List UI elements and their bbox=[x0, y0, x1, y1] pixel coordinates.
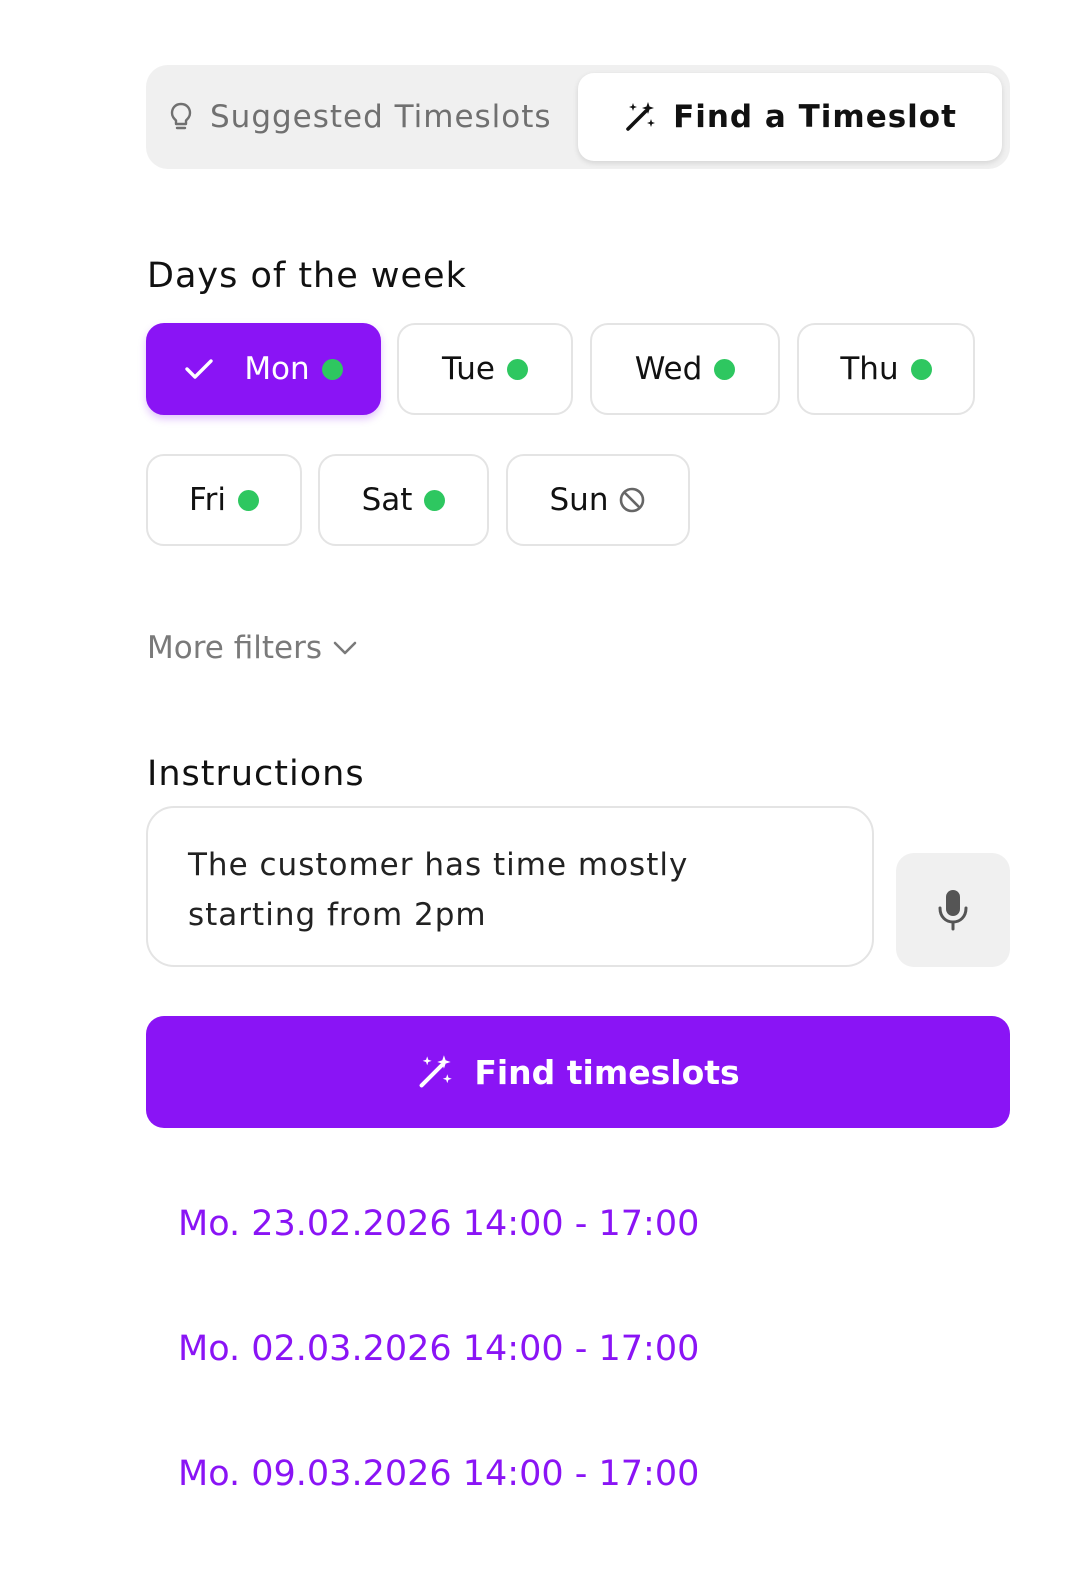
day-chip-sat[interactable]: Sat bbox=[318, 454, 489, 546]
timeslot-result[interactable]: Mo. 02.03.2026 14:00 - 17:00 bbox=[178, 1329, 699, 1369]
available-dot-icon bbox=[424, 489, 446, 511]
find-timeslots-label: Find timeslots bbox=[474, 1052, 740, 1092]
day-label: Thu bbox=[840, 351, 899, 387]
day-chip-fri[interactable]: Fri bbox=[146, 454, 302, 546]
day-label: Fri bbox=[189, 482, 226, 518]
chevron-down-icon bbox=[332, 640, 358, 656]
day-label: Sat bbox=[361, 482, 413, 518]
instructions-input[interactable]: The customer has time mostly starting fr… bbox=[146, 806, 874, 967]
instructions-heading: Instructions bbox=[147, 754, 365, 794]
timeslot-result[interactable]: Mo. 09.03.2026 14:00 - 17:00 bbox=[178, 1454, 699, 1494]
timeslot-result[interactable]: Mo. 23.02.2026 14:00 - 17:00 bbox=[178, 1204, 699, 1244]
more-filters-toggle[interactable]: More filters bbox=[147, 630, 358, 666]
tab-find-label: Find a Timeslot bbox=[673, 99, 957, 135]
unavailable-icon bbox=[618, 486, 646, 514]
tab-suggested-label: Suggested Timeslots bbox=[210, 99, 552, 135]
microphone-button[interactable] bbox=[896, 853, 1010, 967]
day-chip-tue[interactable]: Tue bbox=[397, 323, 573, 415]
day-label: Sun bbox=[549, 482, 609, 518]
available-dot-icon bbox=[714, 358, 736, 380]
instructions-text-line: starting from 2pm bbox=[188, 897, 487, 933]
days-heading: Days of the week bbox=[147, 256, 467, 296]
day-chip-thu[interactable]: Thu bbox=[797, 323, 975, 415]
available-dot-icon bbox=[321, 358, 343, 380]
day-chip-sun[interactable]: Sun bbox=[506, 454, 690, 546]
available-dot-icon bbox=[506, 358, 528, 380]
instructions-text-line: The customer has time mostly bbox=[188, 847, 689, 883]
available-dot-icon bbox=[237, 489, 259, 511]
available-dot-icon bbox=[910, 358, 932, 380]
microphone-icon bbox=[936, 888, 970, 932]
mode-tabs: Suggested Timeslots Find a Timeslot bbox=[146, 65, 1010, 169]
lightbulb-icon bbox=[168, 101, 194, 133]
tab-suggested-timeslots[interactable]: Suggested Timeslots bbox=[168, 73, 552, 161]
day-chip-wed[interactable]: Wed bbox=[590, 323, 780, 415]
magic-wand-icon bbox=[416, 1053, 454, 1091]
more-filters-label: More filters bbox=[147, 630, 322, 666]
tab-find-timeslot[interactable]: Find a Timeslot bbox=[578, 73, 1002, 161]
find-timeslots-button[interactable]: Find timeslots bbox=[146, 1016, 1010, 1128]
day-chip-mon[interactable]: Mon bbox=[146, 323, 381, 415]
day-label: Wed bbox=[634, 351, 703, 387]
magic-wand-icon bbox=[623, 100, 657, 134]
day-label: Tue bbox=[442, 351, 495, 387]
day-label: Mon bbox=[244, 351, 310, 387]
check-icon bbox=[184, 357, 214, 381]
